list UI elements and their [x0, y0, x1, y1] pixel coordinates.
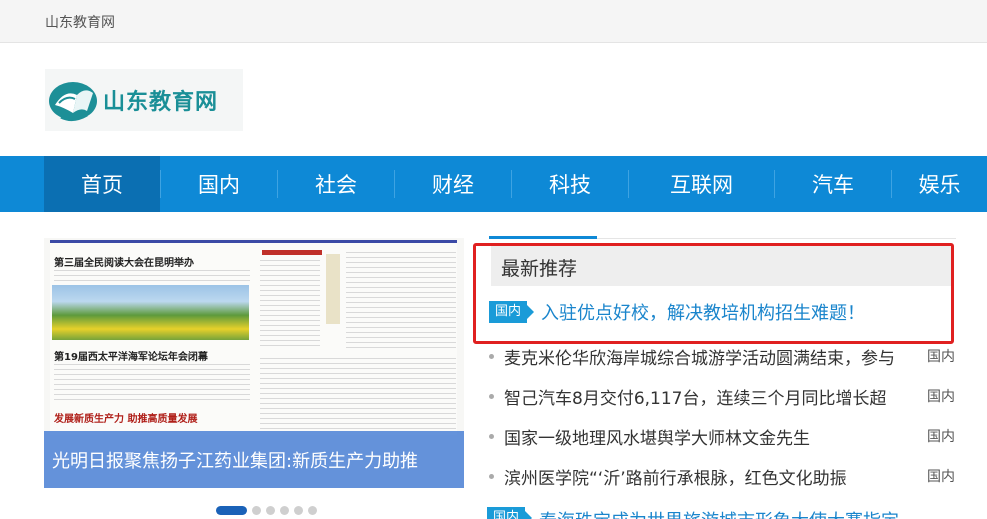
- newspaper-image: 第三届全民阅读大会在昆明举办 第19届西太平洋海军论坛年会闭幕 发展新质生产力 …: [50, 240, 457, 435]
- carousel-dot[interactable]: [216, 505, 247, 515]
- carousel-dot[interactable]: [266, 505, 275, 515]
- news-category[interactable]: 国内: [927, 466, 955, 486]
- book-icon: [49, 82, 97, 122]
- nav-label: 科技: [549, 173, 591, 197]
- carousel-dot[interactable]: [252, 505, 261, 515]
- featured-news-link[interactable]: 入驻优点好校，解决教培机构招生难题！: [541, 299, 865, 325]
- site-logo[interactable]: 山东教育网: [45, 69, 243, 131]
- recommend-highlight-box: 最新推荐 国内 入驻优点好校，解决教培机构招生难题！: [473, 243, 954, 344]
- main-nav: 首页 国内 社会 财经 科技 互联网 汽车 娱乐: [0, 156, 987, 212]
- bullet-icon: [489, 393, 494, 399]
- carousel-dot[interactable]: [308, 505, 317, 515]
- nav-item-home[interactable]: 首页: [44, 156, 160, 212]
- bullet-icon: [489, 473, 494, 479]
- carousel-dot[interactable]: [294, 505, 303, 515]
- nav-item-society[interactable]: 社会: [278, 156, 394, 212]
- news-list: 麦克米伦华欣海岸城综合城游学活动圆满结束，参与 国内 智己汽车8月交付6,117…: [487, 336, 957, 496]
- featured-news-partial[interactable]: 国内 泰海珠宝成为世界旅游城市形象大使大赛指定: [487, 507, 957, 519]
- news-link[interactable]: 滨州医学院“‘沂’路前行承根脉，红色文化助振: [504, 464, 912, 489]
- news-category[interactable]: 国内: [927, 426, 955, 446]
- recommend-heading: 最新推荐: [501, 258, 578, 280]
- nav-label: 财经: [432, 173, 474, 197]
- nav-item-domestic[interactable]: 国内: [161, 156, 277, 212]
- nav-item-entertainment[interactable]: 娱乐: [892, 156, 987, 212]
- news-link[interactable]: 智己汽车8月交付6,117台，连续三个月同比增长超: [504, 384, 912, 409]
- site-name-text[interactable]: 山东教育网: [45, 12, 115, 32]
- nav-item-internet[interactable]: 互联网: [629, 156, 774, 212]
- carousel-caption-text: 光明日报聚焦扬子江药业集团:新质生产力助推: [52, 450, 419, 472]
- carousel-pagination: [216, 505, 317, 515]
- category-tag[interactable]: 国内: [487, 507, 533, 519]
- bullet-icon: [489, 353, 494, 359]
- nav-label: 互联网: [670, 173, 733, 197]
- list-item: 麦克米伦华欣海岸城综合城游学活动圆满结束，参与 国内: [487, 336, 957, 376]
- nav-item-finance[interactable]: 财经: [395, 156, 511, 212]
- logo-text: 山东教育网: [103, 90, 219, 115]
- paper-photo: [52, 285, 249, 340]
- carousel-dot[interactable]: [280, 505, 289, 515]
- nav-label: 国内: [198, 173, 240, 197]
- news-link[interactable]: 国家一级地理风水堪舆学大师林文金先生: [504, 424, 912, 449]
- news-link[interactable]: 麦克米伦华欣海岸城综合城游学活动圆满结束，参与: [504, 344, 912, 369]
- category-tag[interactable]: 国内: [489, 301, 535, 323]
- paper-headline: 第19届西太平洋海军论坛年会闭幕: [54, 352, 208, 363]
- paper-headline: 第三届全民阅读大会在昆明举办: [54, 258, 194, 269]
- list-item: 智己汽车8月交付6,117台，连续三个月同比增长超 国内: [487, 376, 957, 416]
- nav-item-auto[interactable]: 汽车: [775, 156, 891, 212]
- nav-label: 首页: [81, 173, 123, 197]
- news-category[interactable]: 国内: [927, 346, 955, 366]
- featured-news-link[interactable]: 泰海珠宝成为世界旅游城市形象大使大赛指定: [539, 507, 899, 519]
- news-carousel[interactable]: 第三届全民阅读大会在昆明举办 第19届西太平洋海军论坛年会闭幕 发展新质生产力 …: [44, 238, 464, 488]
- bullet-icon: [489, 433, 494, 439]
- recommend-header: 最新推荐: [491, 246, 951, 286]
- nav-label: 汽车: [812, 173, 854, 197]
- section-tab-indicator: [489, 236, 597, 239]
- list-item: 国家一级地理风水堪舆学大师林文金先生 国内: [487, 416, 957, 456]
- top-bar: 山东教育网: [0, 0, 987, 43]
- featured-news[interactable]: 国内 入驻优点好校，解决教培机构招生难题！: [489, 299, 865, 325]
- paper-headline: 发展新质生产力 助推高质量发展: [54, 414, 198, 425]
- news-category[interactable]: 国内: [927, 386, 955, 406]
- nav-label: 社会: [315, 173, 357, 197]
- nav-label: 娱乐: [918, 173, 961, 197]
- list-item: 滨州医学院“‘沂’路前行承根脉，红色文化助振 国内: [487, 456, 957, 496]
- carousel-caption[interactable]: 光明日报聚焦扬子江药业集团:新质生产力助推: [44, 431, 464, 488]
- nav-item-tech[interactable]: 科技: [512, 156, 628, 212]
